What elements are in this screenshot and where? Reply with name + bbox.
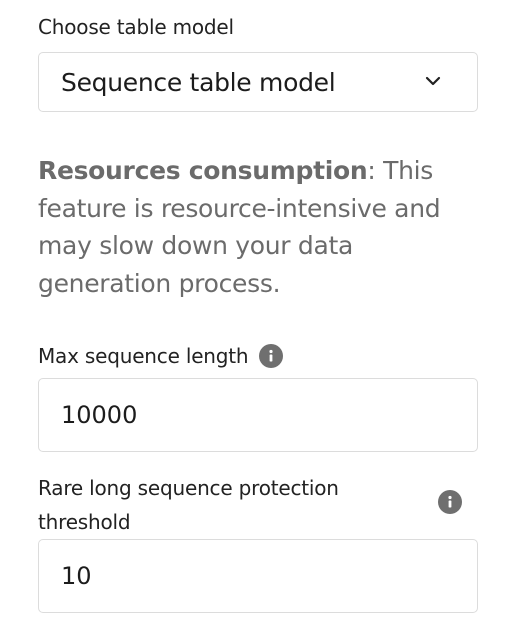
sequence-settings-panel: Choose table model Sequence table model … xyxy=(0,0,507,635)
rare-long-sequence-label: Rare long sequence protection threshold xyxy=(38,476,339,534)
info-icon[interactable] xyxy=(258,343,283,368)
max-sequence-length-input-box[interactable] xyxy=(38,378,478,452)
table-model-label: Choose table model xyxy=(38,15,234,39)
rare-long-sequence-input[interactable] xyxy=(61,540,451,612)
info-icon[interactable] xyxy=(438,490,462,514)
resources-warning: Resources consumption: This feature is r… xyxy=(38,152,478,302)
max-sequence-length-label: Max sequence length xyxy=(38,344,249,368)
rare-long-sequence-input-box[interactable] xyxy=(38,539,478,613)
table-model-select[interactable]: Sequence table model xyxy=(38,52,478,112)
warning-title: Resources consumption xyxy=(38,156,368,185)
max-sequence-length-input[interactable] xyxy=(61,379,451,451)
table-model-selected-value: Sequence table model xyxy=(61,68,336,97)
chevron-down-icon xyxy=(425,76,441,86)
max-sequence-length-label-row: Max sequence length xyxy=(38,343,283,370)
